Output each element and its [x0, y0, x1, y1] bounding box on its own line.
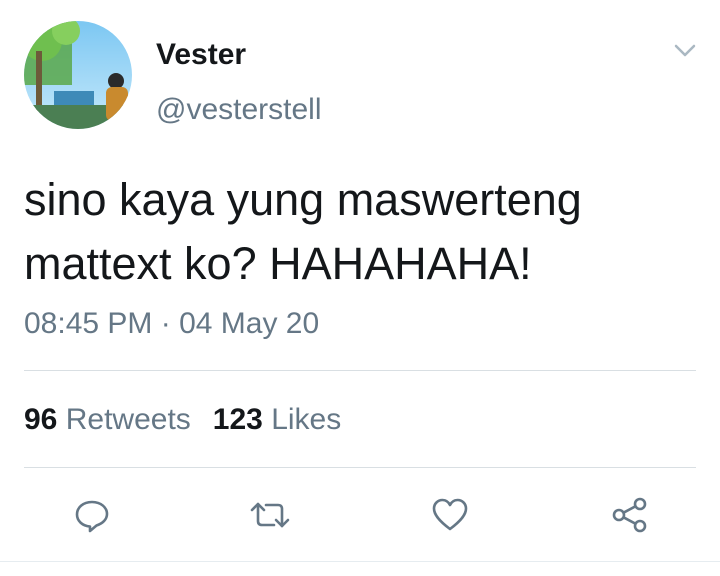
share-icon [612, 497, 647, 533]
avatar[interactable] [24, 21, 132, 129]
divider [24, 370, 696, 371]
reply-icon [75, 500, 109, 533]
tweet-stats: 96 Retweets 123 Likes [24, 402, 341, 438]
tweet-text-line: mattext ko? HAHAHAHA! [24, 238, 532, 289]
likes-stat[interactable]: 123 Likes [213, 403, 341, 436]
heart-icon [432, 498, 468, 531]
divider [0, 561, 720, 562]
likes-label: Likes [271, 403, 342, 436]
retweet-icon [250, 502, 290, 528]
retweet-button[interactable] [248, 495, 292, 535]
tweet-timestamp[interactable]: 08:45 PM · 04 May 20 [24, 306, 319, 342]
tweet-text: sino kaya yung maswerteng mattext ko? HA… [24, 168, 704, 296]
retweets-label: Retweets [65, 403, 191, 436]
user-handle[interactable]: @vesterstell [156, 92, 322, 128]
retweets-stat[interactable]: 96 Retweets [24, 403, 191, 436]
divider [24, 467, 696, 468]
likes-count: 123 [212, 403, 263, 436]
reply-button[interactable] [70, 495, 114, 535]
tweet-text-line: sino kaya yung maswerteng [24, 174, 582, 225]
avatar-image [24, 21, 132, 129]
like-button[interactable] [428, 495, 472, 535]
share-button[interactable] [608, 495, 652, 535]
display-name[interactable]: Vester [156, 37, 246, 73]
retweets-count: 96 [24, 403, 58, 436]
chevron-down-icon[interactable] [670, 38, 700, 64]
